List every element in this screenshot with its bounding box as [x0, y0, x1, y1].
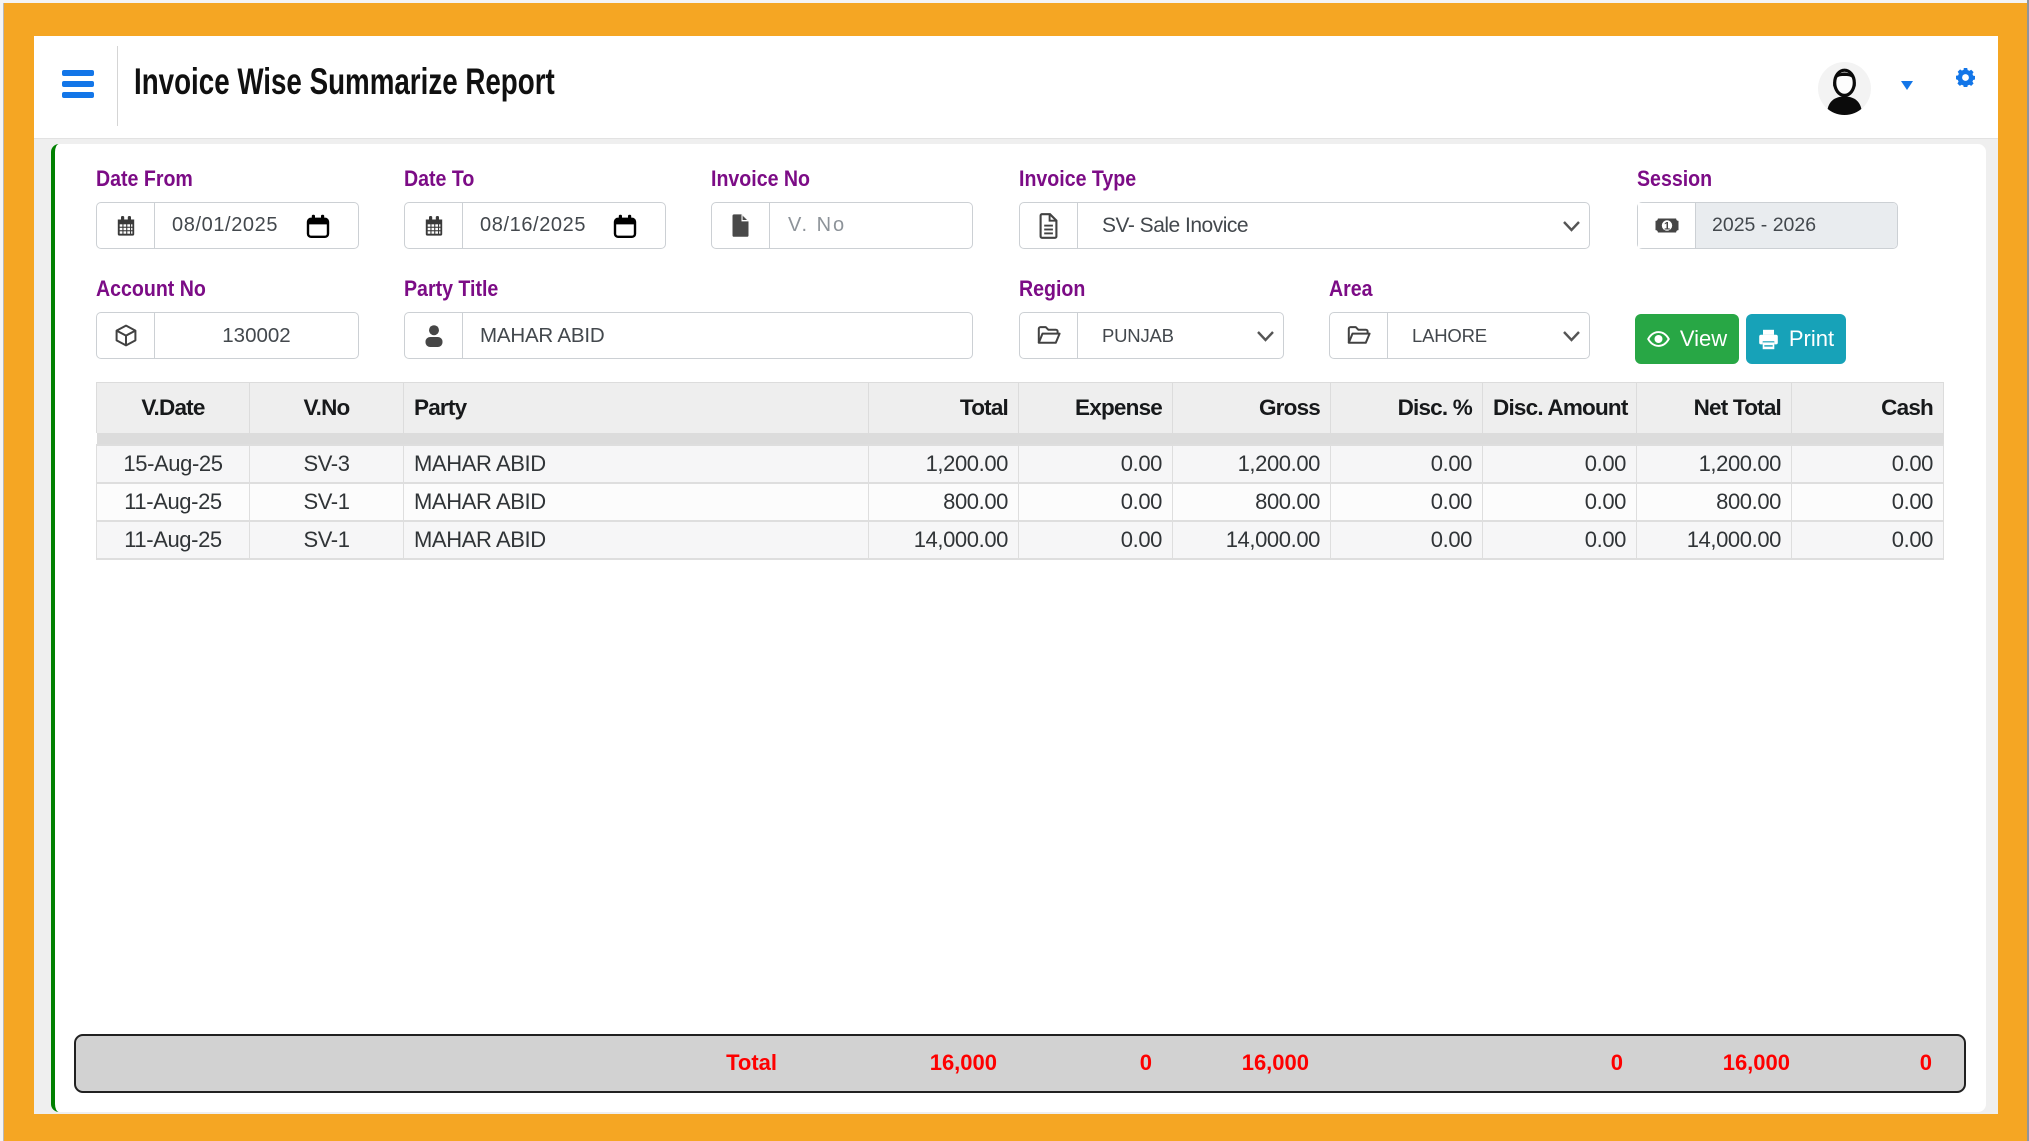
svg-text:1: 1: [1663, 220, 1669, 232]
